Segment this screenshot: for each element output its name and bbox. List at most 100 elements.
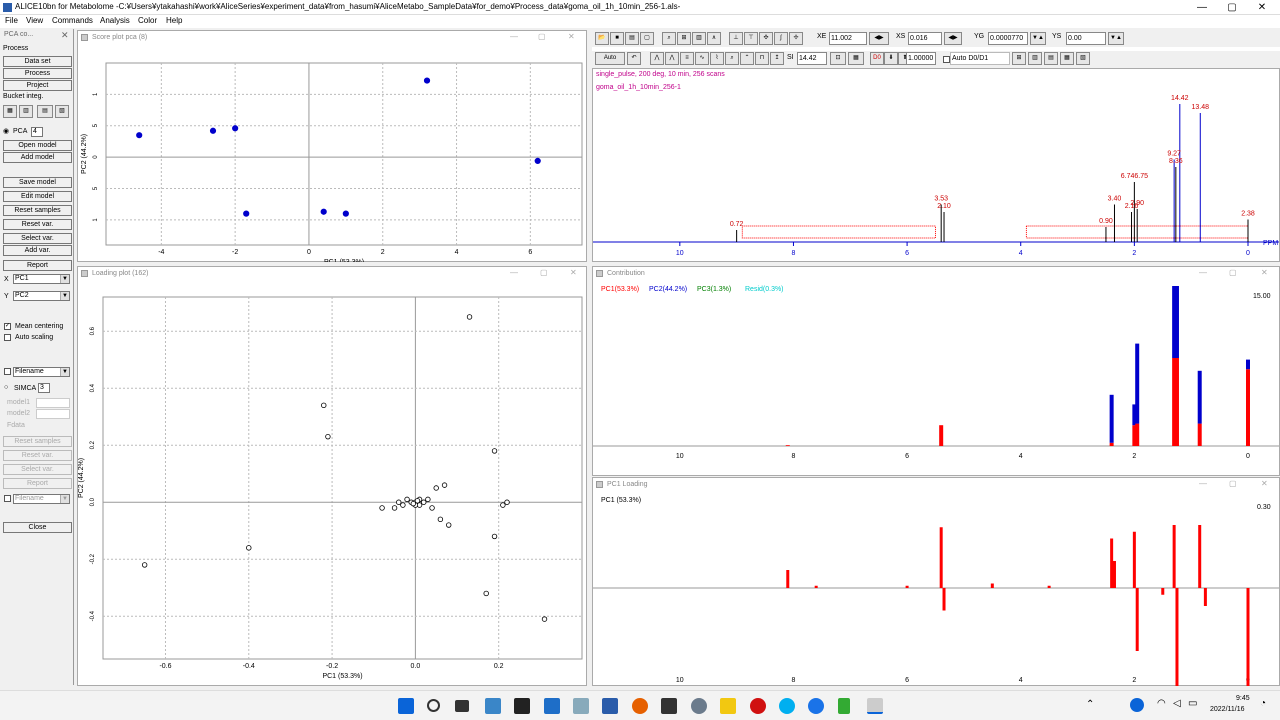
report-button[interactable]: Report xyxy=(3,260,72,271)
maximize-icon[interactable]: ▢ xyxy=(540,267,548,279)
overlay-icon[interactable]: ⋀ xyxy=(665,52,679,65)
close-panel-button[interactable]: Close xyxy=(3,522,72,533)
peak-pick-icon[interactable]: ⌃ xyxy=(740,52,754,65)
close-icon[interactable]: ✕ xyxy=(1261,478,1268,490)
settings-gear-icon[interactable] xyxy=(691,698,707,714)
hist-icon[interactable]: ▦ xyxy=(1060,52,1074,65)
reset-var-button[interactable]: Reset var. xyxy=(3,219,72,230)
baseline-icon[interactable]: ⌇ xyxy=(710,52,724,65)
yg-input[interactable]: 0.0000770 xyxy=(988,32,1028,45)
volume-icon[interactable]: ◁ xyxy=(1173,698,1181,709)
bucket-tool-1-icon[interactable]: ▦ xyxy=(3,105,17,118)
add-model-button[interactable]: Add model xyxy=(3,152,72,163)
spectrum-chart[interactable]: 10 8 6 4 2 0 PPM 14.4213.48 9.278.36 6.746.75 3.53… xyxy=(593,69,1279,261)
clock-date[interactable]: 2022/11/16 xyxy=(1210,706,1245,713)
process-button[interactable]: Process xyxy=(3,68,72,79)
wifi-icon[interactable]: ◠ xyxy=(1157,698,1166,709)
y-axis-select[interactable]: PC2 ▼ xyxy=(13,291,70,301)
panel-close-icon[interactable]: ✕ xyxy=(61,30,69,41)
chart-app-icon[interactable] xyxy=(573,698,589,714)
undo-icon[interactable]: ↶ xyxy=(627,52,641,65)
chart-icon[interactable]: ▥ xyxy=(692,32,706,45)
simca-count-input[interactable]: 3 xyxy=(38,383,50,393)
folder-icon[interactable] xyxy=(720,698,736,714)
minimize-icon[interactable]: — xyxy=(510,267,518,279)
app-blue-icon[interactable] xyxy=(808,698,824,714)
region-icon[interactable]: ⊓ xyxy=(755,52,769,65)
ys-step-icon[interactable]: ▼▲ xyxy=(1108,32,1124,45)
firefox-icon[interactable] xyxy=(632,698,648,714)
print-icon[interactable]: ▤ xyxy=(625,32,639,45)
pca-radio[interactable]: ◉ xyxy=(3,127,9,135)
select-var-button[interactable]: Select var. xyxy=(3,233,72,244)
expand-icon[interactable]: ⊞ xyxy=(677,32,691,45)
reset-samples-button[interactable]: Reset samples xyxy=(3,205,72,216)
save-model-button[interactable]: Save model xyxy=(3,177,72,188)
bucket-tool-2-icon[interactable]: ▥ xyxy=(19,105,33,118)
factor-input[interactable]: 1.00000 xyxy=(906,52,936,65)
app-a-icon[interactable] xyxy=(661,698,677,714)
stack-icon[interactable]: ≡ xyxy=(680,52,694,65)
bucket-tool-4-icon[interactable]: ▧ xyxy=(55,105,69,118)
d0-button[interactable]: D0 xyxy=(870,52,884,65)
bars-icon[interactable]: ▥ xyxy=(1028,52,1042,65)
project-button[interactable]: Project xyxy=(3,80,72,91)
notepad-icon[interactable] xyxy=(838,698,850,714)
alice-app-icon[interactable] xyxy=(867,698,883,714)
app-l-icon[interactable] xyxy=(544,698,560,714)
add-var-button[interactable]: Add var. xyxy=(3,245,72,256)
export-icon[interactable]: ▧ xyxy=(1076,52,1090,65)
tray-app-icon[interactable] xyxy=(1130,698,1144,712)
auto-scaling-checkbox[interactable] xyxy=(4,334,11,341)
widgets-icon[interactable] xyxy=(485,698,501,714)
phase-icon[interactable]: ∿ xyxy=(695,52,709,65)
app-red-icon[interactable] xyxy=(750,698,766,714)
marker-icon[interactable]: ↥ xyxy=(770,52,784,65)
score-plot-chart[interactable]: -4 -2 0 2 4 6 1 5 0 5 1 PC1 (53.3%) PC2 (44.2%) xyxy=(78,45,586,262)
open-model-button[interactable]: Open model xyxy=(3,140,72,151)
notification-icon[interactable]: ◔ xyxy=(1260,698,1266,709)
menu-color[interactable]: Color xyxy=(138,16,157,25)
terminal-icon[interactable] xyxy=(514,698,530,714)
minimize-icon[interactable]: — xyxy=(1199,478,1207,490)
filename-checkbox[interactable] xyxy=(4,368,11,375)
task-view-icon[interactable] xyxy=(455,700,469,712)
close-button[interactable]: ✕ xyxy=(1246,0,1278,15)
integrate-icon[interactable]: ∫ xyxy=(774,32,788,45)
cursor-icon[interactable]: ✢ xyxy=(789,32,803,45)
maximize-icon[interactable]: ▢ xyxy=(1229,267,1237,279)
tray-chevron-icon[interactable]: ⌃ xyxy=(1086,699,1094,710)
app-arrow-icon[interactable] xyxy=(602,698,618,714)
preview-icon[interactable]: ▢ xyxy=(640,32,654,45)
xe-input[interactable]: 11.002 xyxy=(829,32,867,45)
pca-count-input[interactable]: 4 xyxy=(31,127,43,137)
maximize-button[interactable]: ▢ xyxy=(1216,0,1248,15)
clock-time[interactable]: 9:45 xyxy=(1236,695,1250,702)
open-icon[interactable]: 📂 xyxy=(595,32,609,45)
scale-select[interactable]: 14.42 xyxy=(797,52,827,65)
loading-plot-chart[interactable]: -0.6 -0.4 -0.2 0.0 0.2 0.6 0.4 0.2 0.0 -0.2 -0.4 PC… xyxy=(78,281,586,685)
contribution-chart[interactable]: PC1(53.3%) PC2(44.2%) PC3(1.3%) Resid(0.3%)… xyxy=(593,281,1279,476)
battery-icon[interactable]: ▭ xyxy=(1188,698,1197,709)
filename2-select[interactable]: Filename ▼ xyxy=(13,494,70,504)
simca-radio[interactable]: ○ xyxy=(4,384,8,391)
down-arrow-icon[interactable]: ⬇ xyxy=(884,52,898,65)
reset-samples-button-2[interactable]: Reset samples xyxy=(3,436,72,447)
auto-d0-checkbox[interactable] xyxy=(943,56,950,63)
minimize-button[interactable]: — xyxy=(1186,0,1218,15)
x-axis-select[interactable]: PC1 ▼ xyxy=(13,274,70,284)
crosshair-icon[interactable]: ✣ xyxy=(759,32,773,45)
edit-model-button[interactable]: Edit model xyxy=(3,191,72,202)
xe-step-icon[interactable]: ◀▶ xyxy=(869,32,889,45)
magnify-icon[interactable]: ⌕ xyxy=(725,52,739,65)
menu-analysis[interactable]: Analysis xyxy=(100,16,130,25)
start-icon[interactable] xyxy=(398,698,414,714)
close-icon[interactable]: ✕ xyxy=(568,31,575,43)
xs-input[interactable]: 0.016 xyxy=(908,32,942,45)
filename-select[interactable]: Filename ▼ xyxy=(13,367,70,377)
grid-icon[interactable]: ⊞ xyxy=(1012,52,1026,65)
minimize-icon[interactable]: — xyxy=(510,31,518,43)
bars2-icon[interactable]: ▤ xyxy=(1044,52,1058,65)
menu-help[interactable]: Help xyxy=(166,16,182,25)
spectra-icon[interactable]: ⋀ xyxy=(650,52,664,65)
